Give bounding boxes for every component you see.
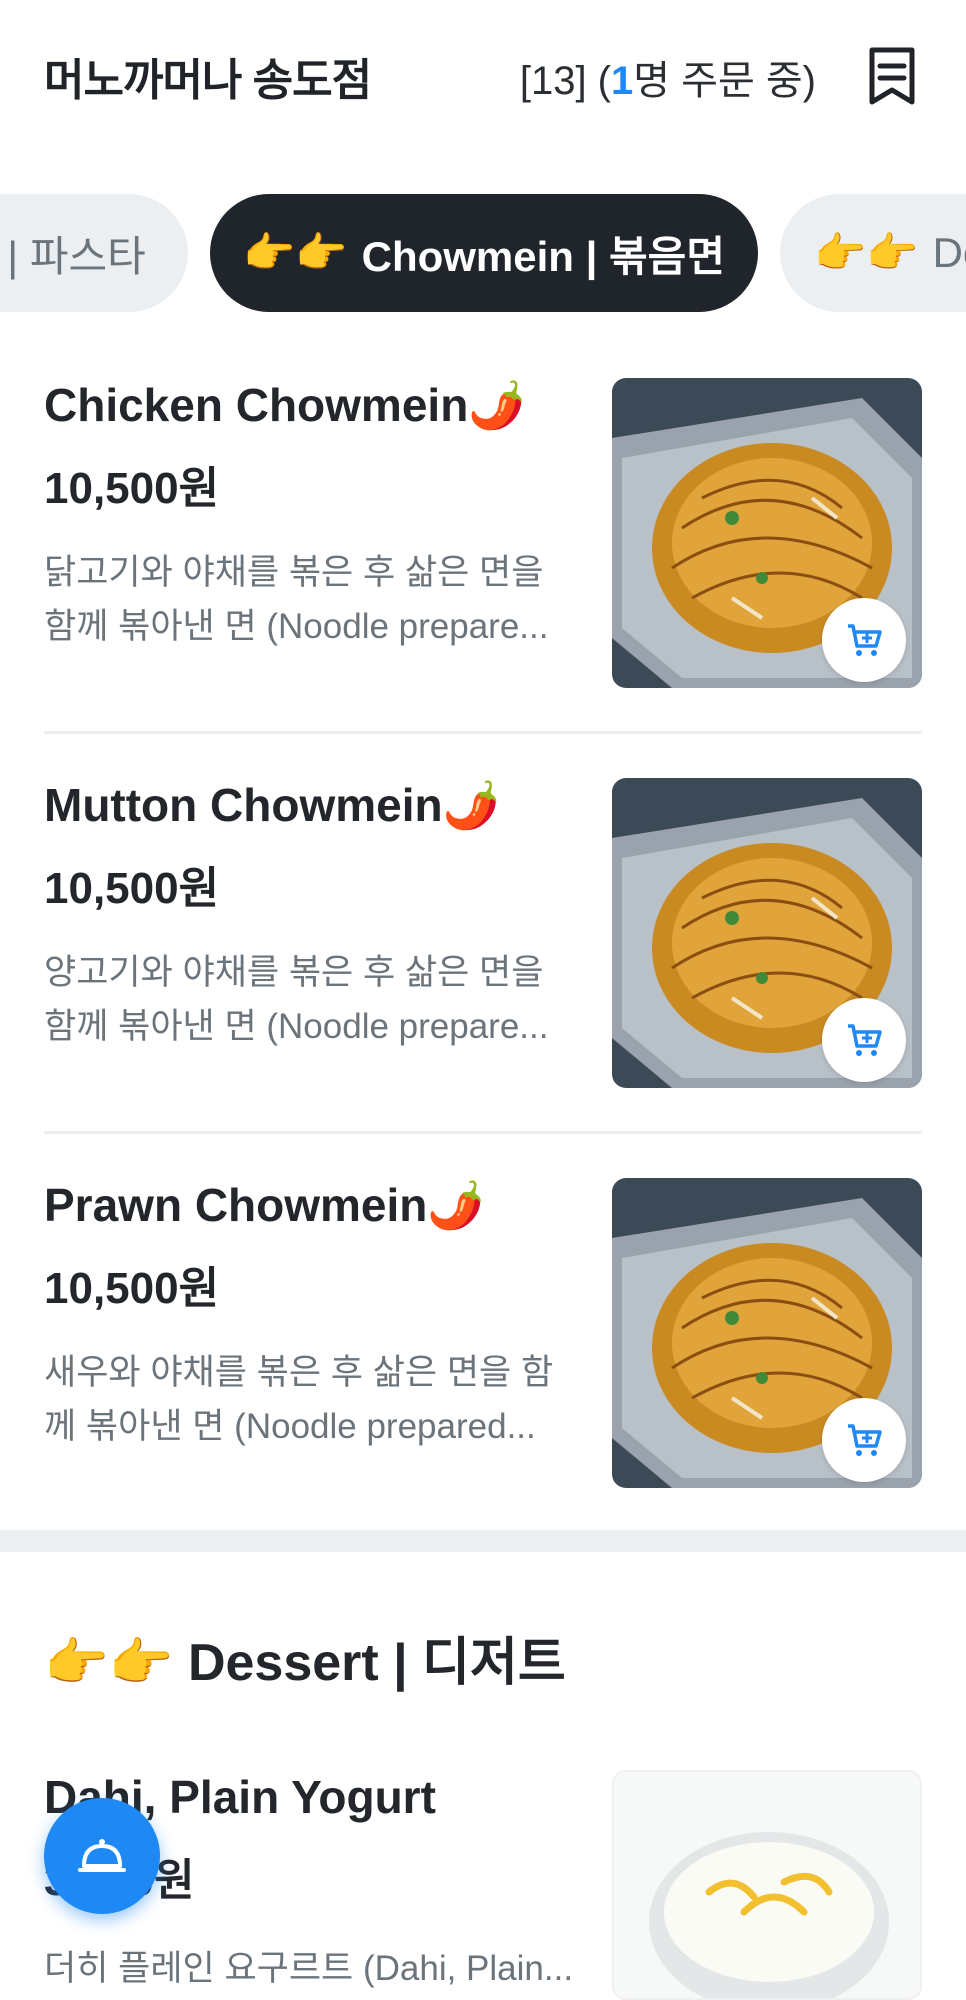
pointing-hand-icon: 👉👉 <box>814 228 919 276</box>
description-line: 함께 볶아낸 면 (Noodle prepare... <box>44 607 549 646</box>
add-to-cart-icon[interactable] <box>822 598 906 682</box>
category-tabs: n | 파스타 👉👉 Chowmein | 볶음면 👉👉 De <box>0 194 966 314</box>
section-separator <box>0 1530 966 1552</box>
add-to-cart-icon[interactable] <box>822 998 906 1082</box>
add-to-cart-icon[interactable] <box>822 1398 906 1482</box>
order-suffix: 명 주문 중) <box>633 59 816 103</box>
receipt-icon[interactable] <box>864 46 920 106</box>
tab-pasta[interactable]: n | 파스타 <box>0 194 188 312</box>
menu-item[interactable]: Prawn Chowmein🌶️ 10,500원 새우와 야채를 볶은 후 삶은… <box>44 1178 922 1498</box>
store-name: 머노까머나 송도점 <box>44 56 372 105</box>
item-description: 양고기와 야채를 볶은 후 삶은 면을 함께 볶아낸 면 (Noodle pre… <box>44 946 574 1054</box>
menu-item[interactable]: Mutton Chowmein🌶️ 10,500원 양고기와 야채를 볶은 후 … <box>44 778 922 1098</box>
menu-item[interactable]: Chicken Chowmein🌶️ 10,500원 닭고기와 야채를 볶은 후… <box>44 378 922 698</box>
item-description: 새우와 야채를 볶은 후 삶은 면을 함 께 볶아낸 면 (Noodle pre… <box>44 1346 574 1454</box>
divider <box>44 731 922 734</box>
item-description: 닭고기와 야채를 볶은 후 삶은 면을 함께 볶아낸 면 (Noodle pre… <box>44 546 574 654</box>
menu-item[interactable]: Dahi, Plain Yogurt 3,500원 더히 플레인 요구르트 (D… <box>44 1770 922 2000</box>
description-line: 께 볶아낸 면 (Noodle prepared... <box>44 1407 536 1446</box>
divider <box>44 1131 922 1134</box>
item-price: 10,500원 <box>44 1264 220 1313</box>
description-line: 함께 볶아낸 면 (Noodle prepare... <box>44 1007 549 1046</box>
table-number: [13] ( <box>519 59 611 103</box>
table-order-status: [13] (1명 주문 중) <box>520 48 816 106</box>
description-line: 새우와 야채를 볶은 후 삶은 면을 함 <box>44 1353 554 1392</box>
tab-dessert[interactable]: 👉👉 De <box>780 194 966 312</box>
item-name: Prawn Chowmein🌶️ <box>44 1179 485 1231</box>
header: 머노까머나 송도점 [13] (1명 주문 중) <box>0 0 966 150</box>
item-price: 10,500원 <box>44 464 220 513</box>
item-name: Chicken Chowmein🌶️ <box>44 379 526 431</box>
pointing-hand-icon: 👉👉 <box>243 228 348 276</box>
order-count: 1 <box>611 59 634 103</box>
item-price: 10,500원 <box>44 864 220 913</box>
section-title-dessert: 👉👉 Dessert | 디저트 <box>44 1634 566 1692</box>
description-line: 양고기와 야채를 볶은 후 삶은 면을 <box>44 953 544 992</box>
tab-chowmein[interactable]: 👉👉 Chowmein | 볶음면 <box>210 194 758 312</box>
server-bell-icon[interactable] <box>44 1798 160 1914</box>
tab-label: De <box>932 229 966 276</box>
description-line: 닭고기와 야채를 볶은 후 삶은 면을 <box>44 553 544 592</box>
tab-label: n | 파스타 <box>0 232 146 280</box>
item-name: Mutton Chowmein🌶️ <box>44 779 500 831</box>
tab-label: Chowmein | 볶음면 <box>361 232 725 280</box>
